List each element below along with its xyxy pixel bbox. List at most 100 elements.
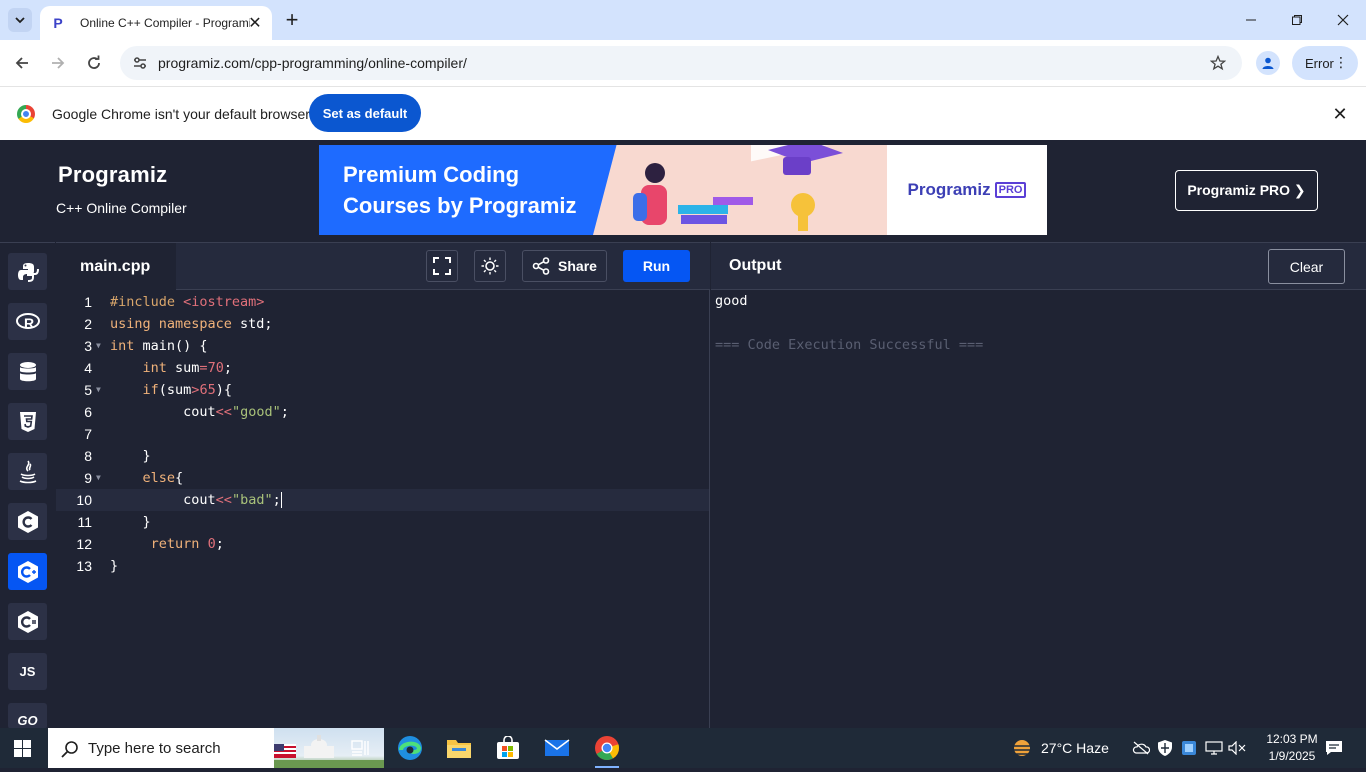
browser-tab[interactable]: P Online C++ Compiler - Programiz ✕ [40,6,272,40]
fold-arrow-icon[interactable]: ▼ [96,379,101,401]
java-icon[interactable] [8,453,47,490]
site-header: Programiz C++ Online Compiler Premium Co… [0,140,1366,242]
code-text: cout<<"good"; [110,404,289,420]
banner-logo-text: Programiz [907,180,991,199]
html-icon[interactable] [8,403,47,440]
forward-arrow-icon[interactable] [46,51,70,75]
code-line: 8 } [56,445,709,467]
app-tray-icon[interactable] [1181,728,1197,768]
csharp-icon[interactable] [8,603,47,640]
edge-browser-icon[interactable] [394,732,426,764]
profile-avatar-icon[interactable] [1256,51,1280,75]
file-tab-main-cpp[interactable]: main.cpp [56,243,176,290]
reload-icon[interactable] [82,51,106,75]
code-line: 3 ▼ int main() { [56,335,709,357]
tab-search-button[interactable] [8,8,32,32]
browser-toolbar: programiz.com/cpp-programming/online-com… [0,40,1366,86]
file-explorer-icon[interactable] [443,732,475,764]
minimize-icon[interactable] [1238,8,1264,32]
task-view-icon[interactable] [344,732,376,764]
clock-date: 1/9/2025 [1268,749,1316,763]
network-icon[interactable] [1205,728,1223,768]
set-as-default-button[interactable]: Set as default [309,94,421,132]
close-infobar-icon[interactable]: ✕ [1330,104,1350,124]
go-icon[interactable]: GO [8,703,47,729]
profile-error-button[interactable]: Error ⋮ [1292,46,1358,80]
pro-badge: PRO [994,182,1027,198]
restore-icon[interactable] [1284,8,1310,32]
c-icon[interactable] [8,503,47,540]
js-icon[interactable]: JS [8,653,47,690]
cpp-icon[interactable] [8,553,47,590]
fold-arrow-icon[interactable]: ▼ [96,467,101,489]
banner-headline: Premium Coding Courses by Programiz [343,162,577,218]
more-menu-icon[interactable]: ⋮ [1334,55,1348,69]
code-line: 4 int sum=70; [56,357,709,379]
haze-weather-icon [1012,740,1032,756]
share-button[interactable]: Share [522,250,607,282]
code-line: 13 } [56,555,709,577]
line-number: 10 [76,492,92,508]
go-label: GO [17,713,38,728]
infobar-message: Google Chrome isn't your default browser [52,106,310,122]
line-number: 11 [77,514,92,530]
line-number: 12 [76,536,92,552]
mail-icon[interactable] [541,732,573,764]
fullscreen-icon[interactable] [426,250,458,282]
code-line: 5 ▼ if(sum>65){ [56,379,709,401]
line-number: 8 [84,448,92,464]
code-line: 6 cout<<"good"; [56,401,709,423]
chrome-browser-icon[interactable] [591,732,623,768]
site-settings-icon[interactable] [130,53,150,73]
notification-center-icon[interactable] [1325,728,1343,768]
microsoft-store-icon[interactable] [492,732,524,764]
security-shield-icon[interactable] [1157,728,1173,768]
code-line: 9 ▼ else{ [56,467,709,489]
python-icon[interactable] [8,253,47,290]
back-arrow-icon[interactable] [10,51,34,75]
line-number: 7 [84,426,92,442]
line-number: 9 [84,470,92,486]
close-window-icon[interactable] [1330,8,1356,32]
clear-button[interactable]: Clear [1268,249,1345,284]
code-text: } [110,514,151,530]
code-text: return 0; [150,536,224,552]
url-text[interactable]: programiz.com/cpp-programming/online-com… [158,55,467,71]
tab-strip: P Online C++ Compiler - Programiz ✕ + [0,0,1366,40]
code-editor-panel: main.cpp Share Run 1 #include <iostream>… [56,242,710,728]
new-tab-button[interactable]: + [280,7,304,32]
search-icon [61,741,78,758]
onedrive-icon[interactable] [1132,728,1150,768]
promo-banner[interactable]: Premium Coding Courses by Programiz Prog… [319,145,1047,235]
system-clock[interactable]: 12:03 PM 1/9/2025 [1262,731,1322,765]
taskbar-search-box[interactable]: Type here to search [48,728,384,768]
sql-icon[interactable] [8,353,47,390]
code-line-current: 10 cout<<"bad"; [56,489,709,511]
output-panel: Output Clear good === Code Execution Suc… [711,242,1366,728]
line-number: 1 [84,294,92,310]
execution-status: === Code Execution Successful === [715,337,984,353]
run-button[interactable]: Run [623,250,690,282]
r-icon[interactable]: R [8,303,47,340]
fold-arrow-icon[interactable]: ▼ [96,335,101,357]
output-result: good [715,293,748,309]
chrome-logo-icon [17,105,35,123]
line-number: 13 [76,558,92,574]
code-area[interactable]: 1 #include <iostream> 2 using namespace … [56,291,709,729]
windows-start-icon[interactable] [14,740,31,757]
bookmark-star-icon[interactable] [1208,53,1228,73]
search-placeholder: Type here to search [88,739,221,757]
theme-toggle-sun-icon[interactable] [474,250,506,282]
close-tab-icon[interactable]: ✕ [246,14,264,32]
line-number: 6 [84,404,92,420]
weather-widget[interactable]: 27°C Haze [1010,728,1109,768]
profile-error-label: Error [1305,55,1334,71]
address-bar[interactable]: programiz.com/cpp-programming/online-com… [120,46,1242,80]
code-text: using namespace std; [110,316,273,332]
code-line: 2 using namespace std; [56,313,709,335]
language-sidebar: R JS GO [0,242,55,729]
programiz-logo[interactable]: Programiz [58,162,167,188]
default-browser-infobar: Google Chrome isn't your default browser… [0,86,1366,140]
volume-muted-icon[interactable] [1228,728,1246,768]
programiz-pro-button[interactable]: Programiz PRO ❯ [1175,170,1318,211]
